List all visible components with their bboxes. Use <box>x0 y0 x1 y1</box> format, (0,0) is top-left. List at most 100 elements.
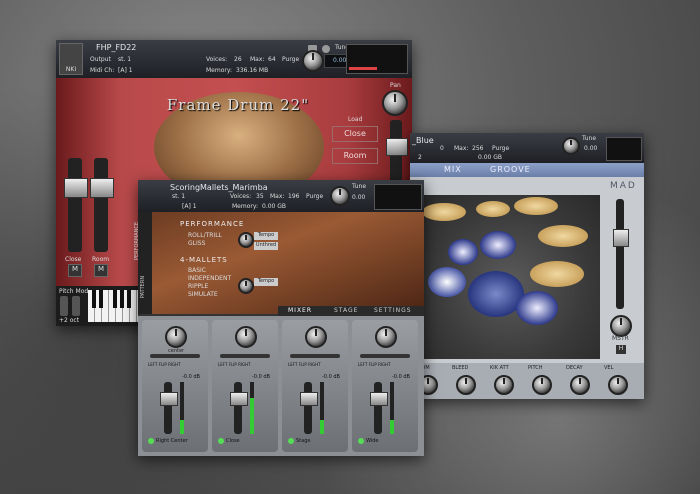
room-button[interactable]: Room <box>332 148 378 164</box>
mallets-title: 4-MALLETS <box>180 256 228 264</box>
pan-label: Pan <box>390 82 401 89</box>
channel-fader-slot <box>164 382 172 434</box>
mallet-knob[interactable] <box>238 278 254 294</box>
tune-knob[interactable] <box>302 50 324 72</box>
h-button[interactable]: H <box>616 345 626 354</box>
black-key[interactable] <box>127 290 131 308</box>
cymbal[interactable] <box>422 203 466 221</box>
drum-param-label: PITCH <box>528 365 543 371</box>
midi-value[interactable]: [A] 1 <box>182 203 197 210</box>
mallet-tempo-selector[interactable]: Tempo <box>254 278 278 286</box>
drum-param-knob[interactable] <box>608 375 628 395</box>
purge-button[interactable]: Purge <box>282 56 299 63</box>
tab-pattern[interactable]: PATTERN <box>140 276 146 298</box>
tune-knob[interactable] <box>562 137 580 155</box>
drum-param-label: DECAY <box>566 365 583 371</box>
master-knob[interactable] <box>610 315 632 337</box>
gliss-option[interactable]: GLISS <box>188 240 205 247</box>
unthrd-selector[interactable]: Unthred <box>254 242 278 250</box>
channel-fader-handle[interactable] <box>230 392 248 406</box>
piano-keys[interactable] <box>88 290 138 322</box>
info-icon[interactable] <box>322 45 330 53</box>
octave-selector[interactable]: +2 oct <box>59 317 79 324</box>
tab-settings[interactable]: SETTINGS <box>374 307 412 314</box>
midi-value[interactable]: 2 <box>418 154 422 161</box>
drum-param-knob[interactable] <box>456 375 476 395</box>
tab-stage[interactable]: STAGE <box>334 307 358 314</box>
meter-fill <box>320 420 324 434</box>
channel-fader-handle[interactable] <box>370 392 388 406</box>
cymbal[interactable] <box>538 225 588 247</box>
cymbal[interactable] <box>476 201 510 217</box>
tab-groove[interactable]: GROOVE <box>490 165 531 174</box>
memory-label: Memory: <box>206 67 232 74</box>
tab-performance[interactable]: PERFORMANCE <box>134 222 140 260</box>
voices-label: Voices: <box>230 193 252 200</box>
roll-speed-knob[interactable] <box>238 232 254 248</box>
close-mute-button[interactable]: M <box>68 264 82 277</box>
channel-fader-handle[interactable] <box>160 392 178 406</box>
independent-option[interactable]: INDEPENDENT <box>188 275 231 282</box>
midi-value[interactable]: [A] 1 <box>118 67 133 74</box>
channel-pan-knob[interactable] <box>305 326 327 348</box>
mod-wheel[interactable] <box>72 296 80 316</box>
simulate-option[interactable]: SIMULATE <box>188 291 218 298</box>
close-button[interactable]: Close <box>332 126 378 142</box>
roll-trill-option[interactable]: ROLL/TRILL <box>188 232 222 239</box>
channel-width-slider[interactable] <box>220 354 270 358</box>
channel-fader-slot <box>234 382 242 434</box>
close-fader-handle[interactable] <box>64 178 88 198</box>
right-fader-handle[interactable] <box>386 138 408 156</box>
snare[interactable] <box>428 267 466 297</box>
cymbal[interactable] <box>514 197 558 215</box>
max-value[interactable]: 256 <box>472 145 483 152</box>
floor-tom[interactable] <box>516 291 558 325</box>
tom[interactable] <box>448 239 478 265</box>
channel-mic-button[interactable] <box>218 438 224 444</box>
black-key[interactable] <box>99 290 103 308</box>
channel-pan-knob[interactable] <box>165 326 187 348</box>
purge-button[interactable]: Purge <box>306 193 323 200</box>
max-value[interactable]: 64 <box>268 56 276 63</box>
channel-level-meter <box>180 382 184 434</box>
channel-pan-knob[interactable] <box>235 326 257 348</box>
drum-kit-title[interactable]: _Blue <box>412 136 434 145</box>
channel-width-slider[interactable] <box>360 354 410 358</box>
instrument-title[interactable]: FHP_FD22 <box>96 43 136 52</box>
meter-fill <box>250 398 254 434</box>
tempo-selector[interactable]: Tempo <box>254 232 278 240</box>
channel-db-value: -0.0 dB <box>182 374 200 380</box>
output-value[interactable]: st. 1 <box>118 56 131 63</box>
channel-fader-handle[interactable] <box>300 392 318 406</box>
room-mute-button[interactable]: M <box>94 264 108 277</box>
max-value[interactable]: 196 <box>288 193 299 200</box>
channel-width-slider[interactable] <box>150 354 200 358</box>
channel-mic-button[interactable] <box>358 438 364 444</box>
output-value[interactable]: st. 1 <box>172 193 185 200</box>
black-key[interactable] <box>92 290 96 308</box>
tab-mixer[interactable]: MIXER <box>288 307 312 314</box>
tom[interactable] <box>480 231 516 259</box>
room-fader-handle[interactable] <box>90 178 114 198</box>
channel-pan-knob[interactable] <box>375 326 397 348</box>
basic-option[interactable]: BASIC <box>188 267 206 274</box>
channel-mic-button[interactable] <box>148 438 154 444</box>
purge-button[interactable]: Purge <box>492 145 509 152</box>
channel-mic-button[interactable] <box>288 438 294 444</box>
pan-knob[interactable] <box>382 90 408 116</box>
drum-param-knob[interactable] <box>532 375 552 395</box>
master-fader-handle[interactable] <box>613 229 629 247</box>
cymbal[interactable] <box>530 261 584 287</box>
tab-mix[interactable]: MIX <box>444 165 462 174</box>
drum-param-knob[interactable] <box>570 375 590 395</box>
tune-knob[interactable] <box>330 186 350 206</box>
drum-param-knob[interactable] <box>494 375 514 395</box>
channel-db-value: -0.0 dB <box>322 374 340 380</box>
drum-kit-header: _Blue 0 Max: 256 Purge 2 0.00 GB Tune 0.… <box>410 133 644 163</box>
black-key[interactable] <box>120 290 124 308</box>
channel-width-slider[interactable] <box>290 354 340 358</box>
black-key[interactable] <box>113 290 117 308</box>
marimba-title[interactable]: ScoringMallets_Marimba <box>170 183 268 192</box>
ripple-option[interactable]: RIPPLE <box>188 283 208 290</box>
pitch-wheel[interactable] <box>60 296 68 316</box>
